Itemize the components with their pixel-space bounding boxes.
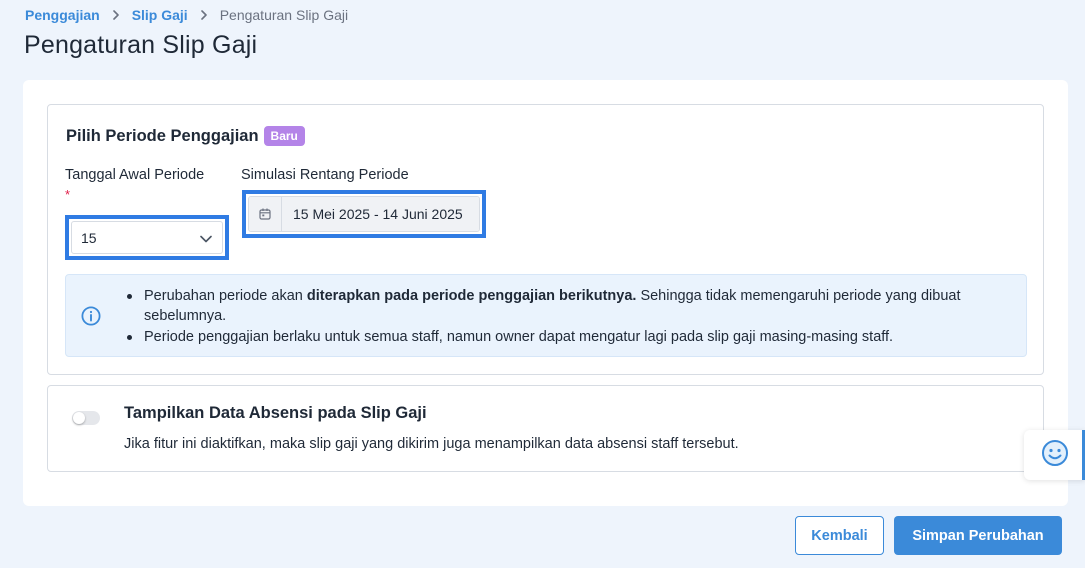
info-item-1-text: Perubahan periode akan [144, 288, 307, 304]
info-item-1-emphasis: diterapkan pada periode penggajian berik… [306, 288, 637, 304]
start-period-value: 15 [81, 229, 97, 246]
toggle-knob [73, 412, 85, 424]
info-item-2: Periode penggajian berlaku untuk semua s… [127, 327, 1006, 347]
attendance-section-title: Tampilkan Data Absensi pada Slip Gaji [124, 404, 427, 422]
period-section: Pilih Periode Penggajian Baru Tanggal Aw… [47, 104, 1044, 375]
start-period-select[interactable]: 15 [71, 221, 223, 254]
chevron-right-icon [199, 10, 209, 20]
simulation-range-label: Simulasi Rentang Periode [241, 167, 409, 183]
simulation-range-field: 15 Mei 2025 - 14 Juni 2025 [248, 196, 480, 232]
breadcrumb-link-penggajian[interactable]: Penggajian [25, 7, 100, 23]
period-section-header: Pilih Periode Penggajian Baru [66, 126, 305, 146]
start-period-label: Tanggal Awal Periode [65, 167, 205, 183]
chevron-right-icon [111, 10, 121, 20]
required-mark: * [65, 187, 71, 202]
chevron-down-icon [200, 230, 212, 246]
smiley-face-icon [1041, 439, 1069, 472]
breadcrumb: Penggajian Slip Gaji Pengaturan Slip Gaj… [25, 7, 348, 23]
info-box: Perubahan periode akan diterapkan pada p… [65, 274, 1027, 357]
settings-card: Pilih Periode Penggajian Baru Tanggal Aw… [23, 80, 1068, 506]
chat-widget-button[interactable] [1024, 430, 1085, 480]
attendance-toggle[interactable] [72, 411, 100, 425]
simulation-range-highlight: 15 Mei 2025 - 14 Juni 2025 [242, 190, 486, 238]
period-section-title: Pilih Periode Penggajian [66, 126, 259, 145]
simulation-range-value: 15 Mei 2025 - 14 Juni 2025 [282, 197, 479, 231]
save-changes-button[interactable]: Simpan Perubahan [894, 516, 1062, 555]
new-badge: Baru [263, 126, 305, 146]
calendar-icon [249, 197, 282, 231]
start-period-highlight: 15 [65, 215, 229, 260]
info-list: Perubahan periode akan diterapkan pada p… [127, 286, 1006, 348]
back-button[interactable]: Kembali [795, 516, 884, 555]
attendance-section: Tampilkan Data Absensi pada Slip Gaji Ji… [47, 385, 1044, 472]
info-circle-icon [81, 306, 101, 331]
breadcrumb-link-slip-gaji[interactable]: Slip Gaji [132, 7, 188, 23]
attendance-section-description: Jika fitur ini diaktifkan, maka slip gaj… [124, 436, 739, 452]
breadcrumb-current: Pengaturan Slip Gaji [219, 7, 349, 23]
info-item-1: Perubahan periode akan diterapkan pada p… [127, 286, 1006, 326]
page-title: Pengaturan Slip Gaji [24, 31, 258, 59]
